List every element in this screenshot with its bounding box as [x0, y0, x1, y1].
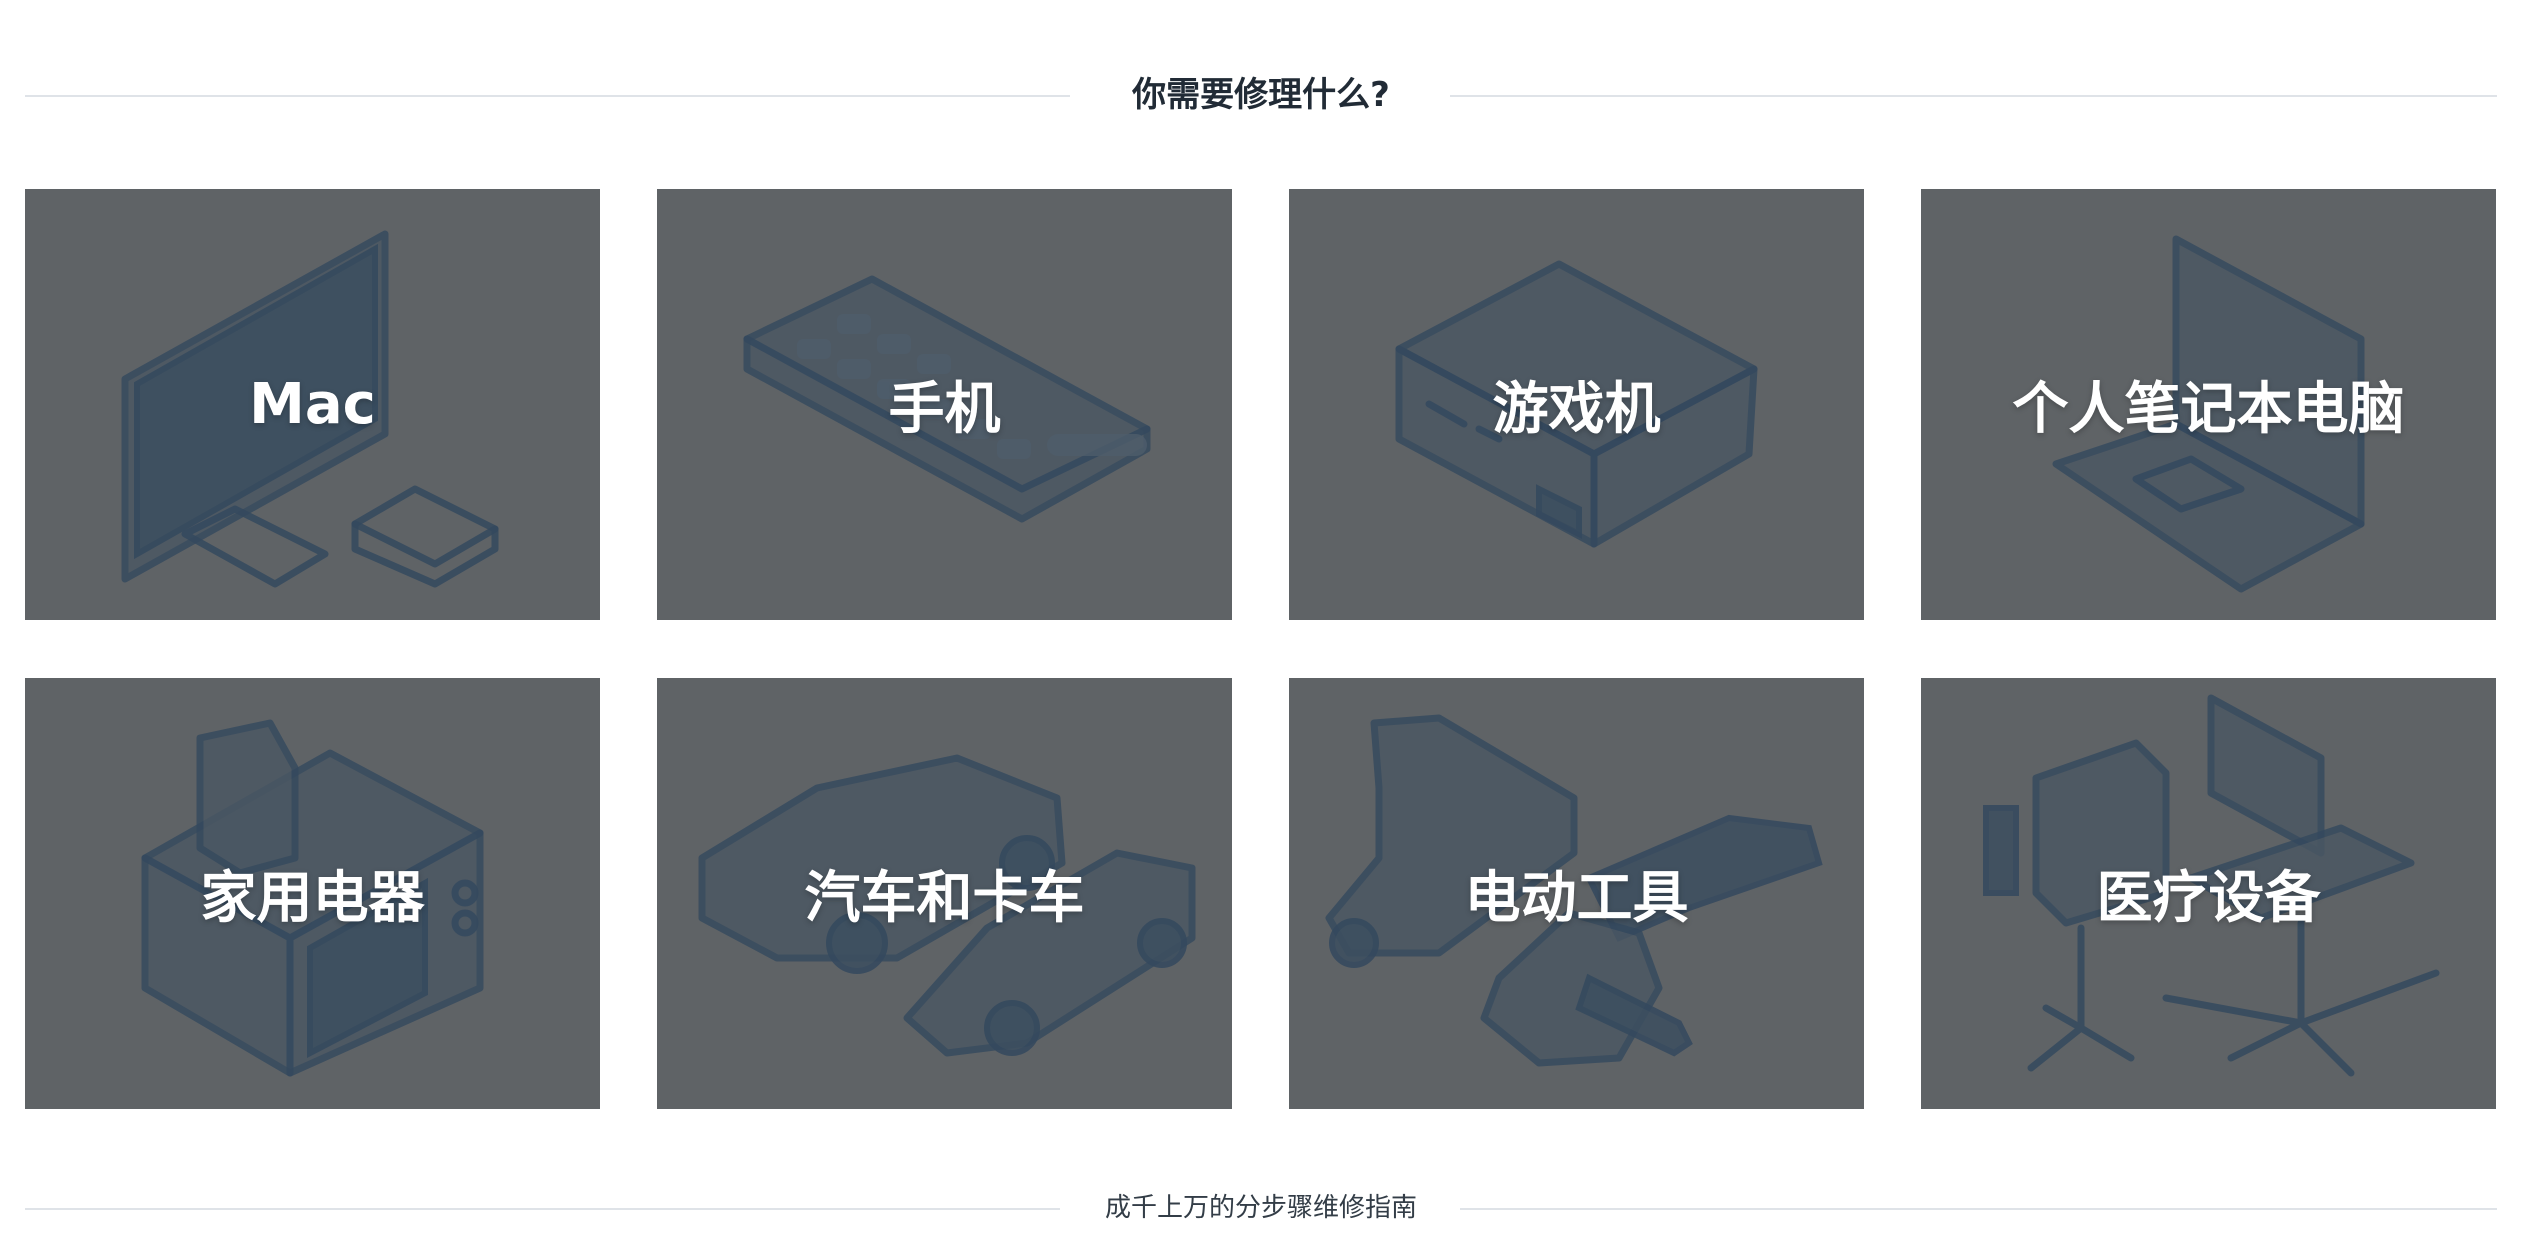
footer-tagline-divider: 成千上万的分步骤维修指南	[25, 1181, 2497, 1235]
category-card-power-tools[interactable]: 电动工具	[1289, 678, 1864, 1109]
category-label: 汽车和卡车	[804, 866, 1085, 931]
category-card-medical-equipment[interactable]: 医疗设备	[1921, 678, 2496, 1109]
section-header: 你需要修理什么?	[25, 68, 2497, 122]
category-card-appliances[interactable]: 家用电器	[25, 678, 600, 1109]
category-card-laptop[interactable]: 个人笔记本电脑	[1921, 189, 2496, 620]
category-card-phone[interactable]: 手机	[657, 189, 1232, 620]
category-label: 医疗设备	[2096, 866, 2321, 931]
category-label: 家用电器	[200, 866, 425, 931]
section-title: 你需要修理什么?	[1092, 75, 1430, 115]
category-label: Mac	[249, 372, 376, 437]
category-label: 电动工具	[1464, 866, 1689, 931]
category-card-game-console[interactable]: 游戏机	[1289, 189, 1864, 620]
category-card-mac[interactable]: Mac	[25, 189, 600, 620]
category-card-cars-trucks[interactable]: 汽车和卡车	[657, 678, 1232, 1109]
guides-tagline: 成千上万的分步骤维修指南	[1064, 1193, 1457, 1223]
category-label: 手机	[888, 377, 1001, 442]
category-label: 游戏机	[1492, 377, 1661, 442]
category-label: 个人笔记本电脑	[2012, 377, 2405, 442]
